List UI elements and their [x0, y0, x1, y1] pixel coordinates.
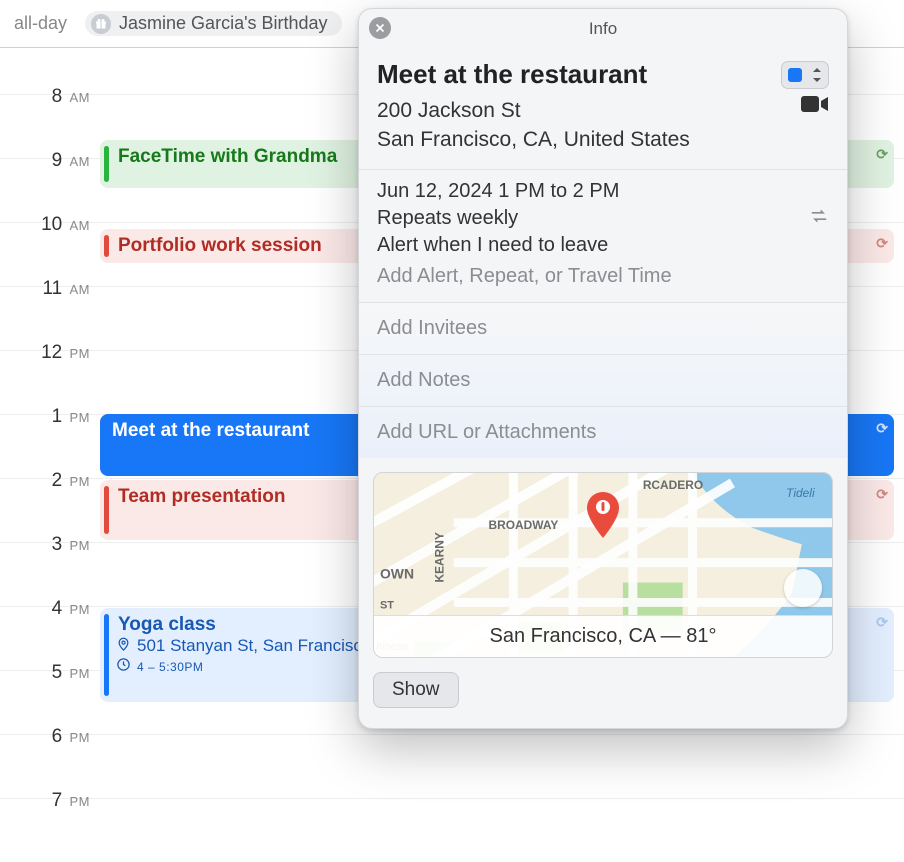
- svg-text:OWN: OWN: [380, 565, 414, 581]
- title-section: Meet at the restaurant 200 Jackson St Sa…: [359, 49, 847, 170]
- repeat-icon: ⟳: [876, 486, 888, 503]
- map-caption: San Francisco, CA — 81°: [374, 615, 832, 657]
- event-info-popover: Info Meet at the restaurant 200 Jackson …: [358, 8, 848, 729]
- video-call-icon[interactable]: [801, 94, 829, 120]
- event-location: 501 Stanyan St, San Francisco: [137, 636, 371, 656]
- hour-label: 6 PM: [0, 726, 90, 748]
- gift-icon: [91, 14, 111, 34]
- location-map[interactable]: BROADWAY KEARNY OWN ST RCADERO Tideli hi…: [373, 472, 833, 658]
- hour-label: 3 PM: [0, 534, 90, 556]
- popover-header: Info: [359, 9, 847, 49]
- svg-text:BROADWAY: BROADWAY: [488, 518, 558, 532]
- event-time: 4 – 5:30PM: [137, 656, 203, 676]
- add-alert-link[interactable]: Add Alert, Repeat, or Travel Time: [377, 261, 829, 288]
- repeat-icon: ⟳: [876, 235, 888, 252]
- timing-section: Jun 12, 2024 1 PM to 2 PM Repeats weekly…: [359, 170, 847, 303]
- color-swatch: [788, 68, 802, 82]
- svg-text:KEARNY: KEARNY: [433, 532, 447, 582]
- add-invitees-field[interactable]: Add Invitees: [359, 303, 847, 355]
- alert-field[interactable]: Alert when I need to leave: [377, 234, 829, 257]
- popover-title: Info: [589, 19, 617, 39]
- hour-label: 11 AM: [0, 278, 90, 300]
- map-pin-icon: [585, 492, 621, 543]
- hour-label: 4 PM: [0, 598, 90, 620]
- calendar-day-view: all-day Jasmine Garcia's Birthday 8 AM 9…: [0, 0, 904, 834]
- chevron-updown-icon: [812, 68, 822, 82]
- svg-text:ST: ST: [380, 599, 394, 611]
- svg-text:RCADERO: RCADERO: [643, 478, 703, 492]
- address-line1: 200 Jackson St: [377, 96, 829, 125]
- hour-label: 9 AM: [0, 150, 90, 172]
- placeholders-group: Add Invitees Add Notes Add URL or Attach…: [359, 303, 847, 458]
- all-day-label: all-day: [14, 13, 67, 34]
- calendar-color-select[interactable]: [781, 61, 829, 89]
- hour-label: 8 AM: [0, 86, 90, 108]
- svg-text:Tideli: Tideli: [786, 486, 815, 500]
- show-button[interactable]: Show: [373, 672, 459, 708]
- close-button[interactable]: [369, 17, 391, 39]
- map-compass-icon: [784, 569, 822, 607]
- repeat-field[interactable]: Repeats weekly: [377, 207, 829, 230]
- birthday-chip[interactable]: Jasmine Garcia's Birthday: [85, 11, 342, 36]
- clock-icon: [116, 657, 131, 675]
- add-url-field[interactable]: Add URL or Attachments: [359, 407, 847, 458]
- hour-label: 1 PM: [0, 406, 90, 428]
- repeat-icon: ⟳: [876, 420, 888, 437]
- event-title-input[interactable]: Meet at the restaurant: [377, 59, 647, 90]
- close-icon: [374, 22, 386, 34]
- birthday-chip-label: Jasmine Garcia's Birthday: [119, 13, 328, 34]
- repeat-icon: ⟳: [876, 146, 888, 163]
- repeat-icon: [809, 208, 829, 229]
- add-notes-field[interactable]: Add Notes: [359, 355, 847, 407]
- date-time-field[interactable]: Jun 12, 2024 1 PM to 2 PM: [377, 180, 829, 203]
- address-line2: San Francisco, CA, United States: [377, 125, 829, 154]
- hour-label: 7 PM: [0, 790, 90, 812]
- hour-label: 12 PM: [0, 342, 90, 364]
- location-icon: [116, 637, 131, 655]
- hour-label: 10 AM: [0, 214, 90, 236]
- hour-label: 5 PM: [0, 662, 90, 684]
- hour-label: 2 PM: [0, 470, 90, 492]
- repeat-icon: ⟳: [876, 614, 888, 631]
- location-field[interactable]: 200 Jackson St San Francisco, CA, United…: [377, 96, 829, 155]
